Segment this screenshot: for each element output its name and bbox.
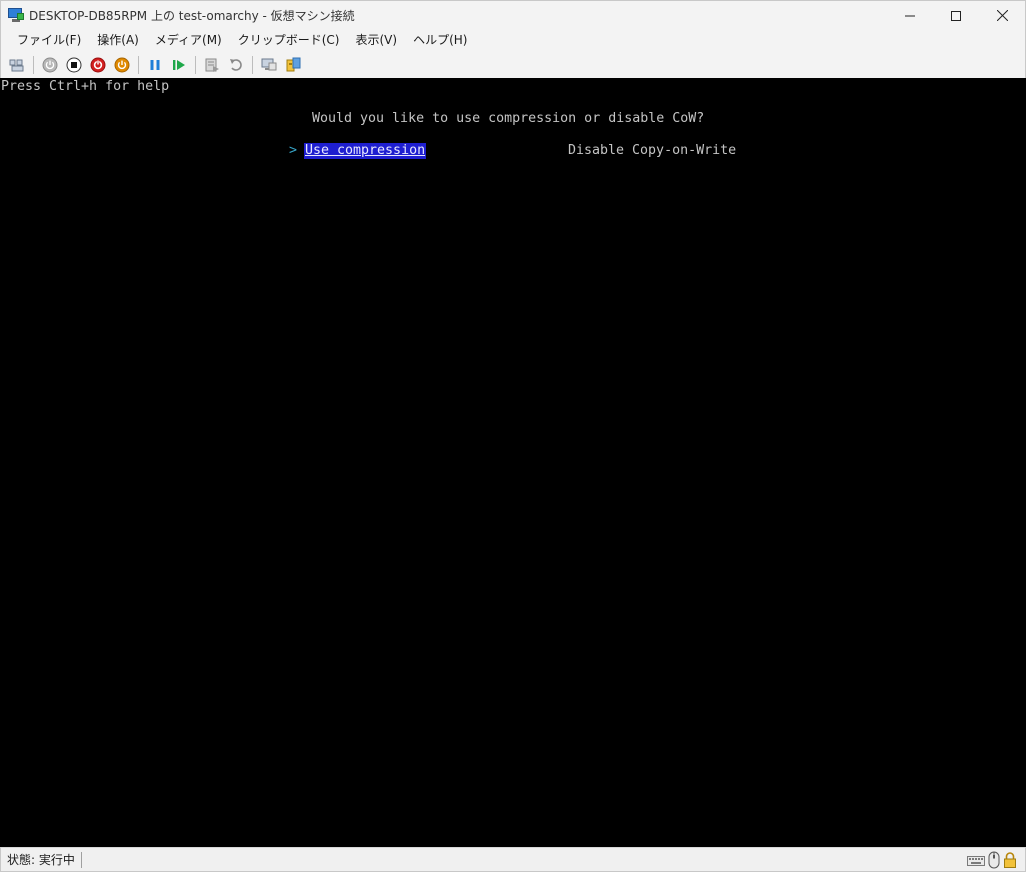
menu-view[interactable]: 表示(V) (348, 29, 406, 51)
save-button[interactable] (110, 54, 134, 76)
toolbar-separator (138, 55, 139, 74)
maximize-icon (951, 10, 961, 21)
window-controls (887, 1, 1025, 30)
lock-icon (1004, 852, 1016, 868)
ctrl-alt-del-button[interactable] (5, 54, 29, 76)
revert-icon (230, 58, 242, 71)
toolbar-separator (252, 55, 253, 74)
toolbar (0, 51, 1026, 78)
prompt-question: Would you like to use compression or dis… (312, 111, 705, 126)
close-button[interactable] (979, 1, 1025, 30)
revert-button[interactable] (224, 54, 248, 76)
pause-button[interactable] (143, 54, 167, 76)
selection-caret: > (289, 143, 298, 158)
start-button[interactable] (38, 54, 62, 76)
reset-icon (173, 59, 185, 70)
status-text: 状態: 実行中 (7, 853, 75, 867)
option-disable-cow[interactable]: Disable Copy-on-Write (568, 143, 736, 159)
option-use-compression[interactable]: Use compression (304, 143, 427, 159)
mouse-icon (988, 851, 1000, 869)
keyboard-icon (967, 856, 985, 866)
maximize-button[interactable] (933, 1, 979, 30)
turn-off-button[interactable] (62, 54, 86, 76)
reset-button[interactable] (167, 54, 191, 76)
status-separator (80, 851, 82, 868)
turn-off-icon (66, 57, 82, 72)
status-bar: 状態: 実行中 (0, 847, 1026, 872)
menu-action[interactable]: 操作(A) (89, 29, 147, 51)
minimize-button[interactable] (887, 1, 933, 30)
toolbar-separator (195, 55, 196, 74)
shut-down-icon (90, 57, 106, 72)
checkpoint-icon (205, 58, 219, 72)
status-icons (967, 851, 1017, 869)
menu-bar: ファイル(F) 操作(A) メディア(M) クリップボード(C) 表示(V) ヘ… (0, 29, 1026, 51)
toolbar-separator (33, 55, 34, 74)
menu-file[interactable]: ファイル(F) (9, 29, 89, 51)
menu-help[interactable]: ヘルプ(H) (405, 29, 475, 51)
vm-console[interactable]: Press Ctrl+h for help Would you like to … (0, 78, 1026, 847)
vm-connection-app-icon (8, 7, 24, 23)
shut-down-button[interactable] (86, 54, 110, 76)
share-icon (286, 57, 301, 71)
menu-media[interactable]: メディア(M) (147, 29, 230, 51)
minimize-icon (905, 15, 915, 16)
checkpoint-button[interactable] (200, 54, 224, 76)
menu-clipboard[interactable]: クリップボード(C) (230, 29, 348, 51)
help-hint: Press Ctrl+h for help (1, 79, 170, 94)
share-button[interactable] (281, 54, 305, 76)
start-icon (42, 57, 58, 72)
title-bar[interactable]: DESKTOP-DB85RPM 上の test-omarchy - 仮想マシン接… (0, 0, 1026, 29)
pause-icon (150, 59, 160, 70)
enhanced-session-icon (261, 58, 277, 70)
enhanced-session-button[interactable] (257, 54, 281, 76)
close-icon (996, 10, 1008, 21)
ctrl-alt-del-icon (9, 59, 24, 71)
window-title: DESKTOP-DB85RPM 上の test-omarchy - 仮想マシン接… (29, 8, 355, 23)
save-icon (114, 57, 130, 72)
